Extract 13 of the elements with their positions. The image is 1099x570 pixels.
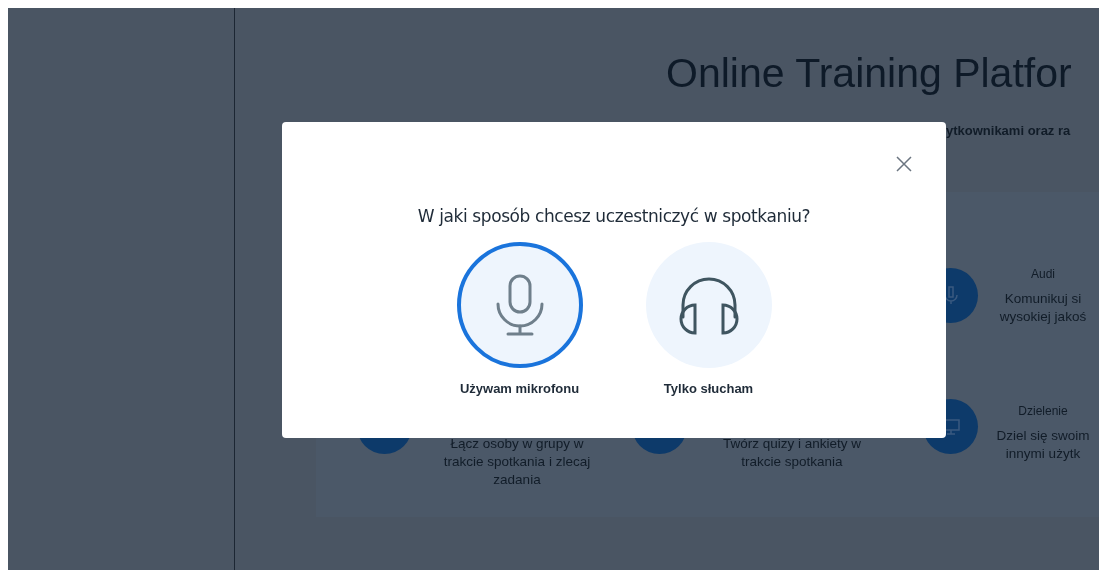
feature-description: Komunikuj si wysokiej jakoś: [999, 289, 1087, 326]
option-label: Tylko słucham: [663, 379, 754, 398]
feature-heading: Audi: [1031, 265, 1055, 282]
close-icon: [896, 156, 912, 172]
page-title: Online Training Platfor: [666, 49, 1073, 98]
feature-description: Dziel się swoim innymi użytk: [996, 426, 1090, 463]
option-label: Używam mikrofonu: [459, 379, 580, 398]
page-subtitle: ytkownikami oraz ra: [946, 122, 1072, 140]
feature-description: Łącz osoby w grupy w trakcie spotkania i zlecaj zadania: [443, 434, 591, 489]
feature-description: Twórz quizy i ankiety w trakcie spotkania: [722, 434, 861, 471]
dialog-question: W jaki sposób chcesz uczestniczyć w spotkaniu?: [417, 205, 811, 228]
feature-heading: Dzielenie: [1018, 402, 1068, 419]
close-button[interactable]: [894, 154, 914, 174]
